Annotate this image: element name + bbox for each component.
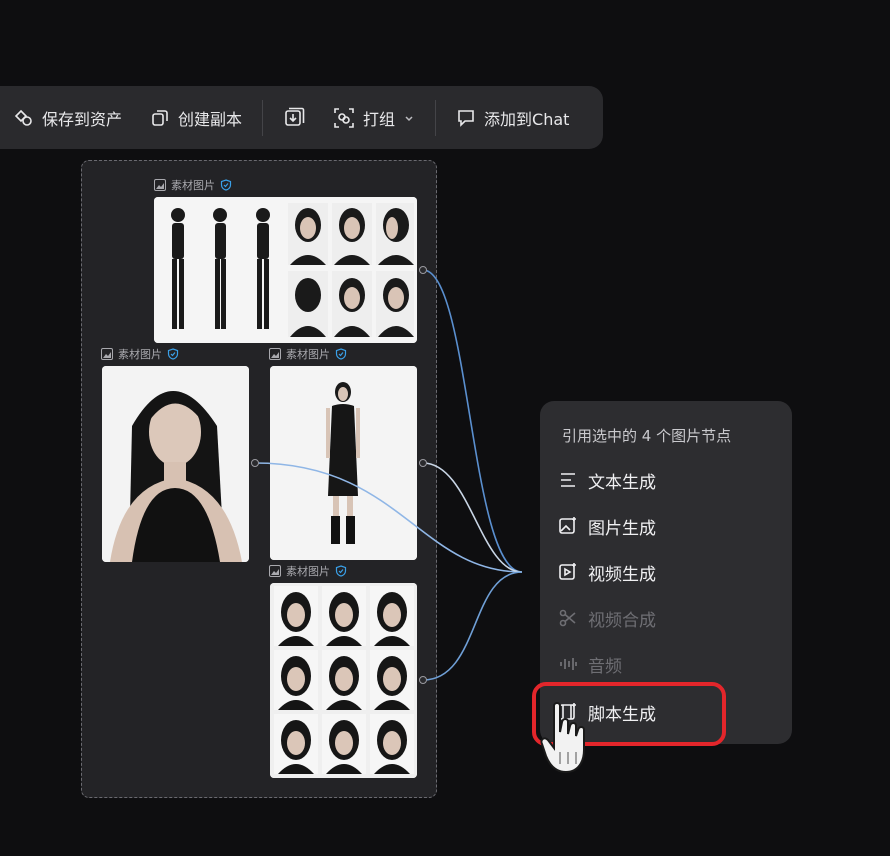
menu-item-video-generate[interactable]: 视频生成: [558, 557, 656, 587]
text-lines-icon: [561, 473, 575, 487]
hand-pointer-cursor-icon: [540, 702, 585, 774]
scissors-icon: [559, 609, 576, 627]
menu-item-text-generate[interactable]: 文本生成: [558, 465, 656, 495]
menu-item-label: 图片生成: [588, 518, 656, 539]
menu-item-label: 视频合成: [588, 610, 656, 631]
output-port[interactable]: [419, 266, 427, 274]
menu-item-label: 视频生成: [588, 564, 656, 585]
menu-item-audio: 音频: [558, 649, 622, 679]
menu-item-video-compose: 视频合成: [558, 603, 656, 633]
menu-title: 引用选中的 4 个图片节点: [562, 427, 732, 445]
menu-item-image-generate[interactable]: 图片生成: [558, 511, 656, 541]
menu-item-label: 文本生成: [588, 472, 656, 493]
video-sparkle-icon: [559, 563, 576, 580]
output-port[interactable]: [419, 459, 427, 467]
output-port[interactable]: [251, 459, 259, 467]
output-port[interactable]: [419, 676, 427, 684]
menu-item-label: 音频: [588, 656, 622, 677]
audio-wave-icon: [560, 658, 577, 670]
image-sparkle-icon: [559, 517, 576, 534]
